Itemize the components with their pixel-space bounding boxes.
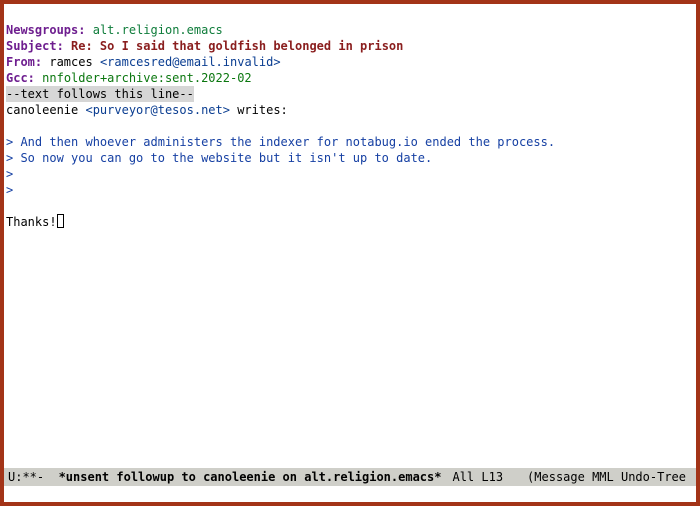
- quoted-line: > So now you can go to the website but i…: [6, 151, 432, 165]
- modeline-modes: (Message MML Undo-Tree: [527, 468, 692, 486]
- header-newsgroups-key: Newsgroups:: [6, 23, 85, 37]
- modeline-spacer: [441, 468, 452, 486]
- cite-line-suffix: writes:: [230, 103, 288, 117]
- quoted-line: >: [6, 183, 13, 197]
- quoted-line: > And then whoever administers the index…: [6, 135, 555, 149]
- header-newsgroups-value: alt.religion.emacs: [93, 23, 223, 37]
- header-from-name: ramces: [49, 55, 92, 69]
- mode-line[interactable]: U:**- *unsent followup to canoleenie on …: [4, 468, 696, 486]
- header-from-key: From:: [6, 55, 42, 69]
- emacs-frame: Newsgroups: alt.religion.emacs Subject: …: [0, 0, 700, 506]
- header-gcc-key: Gcc:: [6, 71, 35, 85]
- header-subject-key: Subject:: [6, 39, 64, 53]
- text-cursor: [57, 214, 64, 228]
- header-separator: --text follows this line--: [6, 86, 194, 102]
- message-buffer[interactable]: Newsgroups: alt.religion.emacs Subject: …: [4, 4, 696, 468]
- modeline-status: U:**-: [8, 468, 59, 486]
- cite-line-name: canoleenie: [6, 103, 78, 117]
- cite-line-address: <purveyor@tesos.net>: [85, 103, 230, 117]
- header-gcc-value: nnfolder+archive:sent.2022-02: [42, 71, 252, 85]
- modeline-buffer-name: *unsent followup to canoleenie on alt.re…: [59, 468, 442, 486]
- header-subject-value: Re: So I said that goldfish belonged in …: [71, 39, 403, 53]
- echo-area[interactable]: [4, 486, 696, 502]
- quoted-line: >: [6, 167, 13, 181]
- modeline-position: All L13: [452, 468, 527, 486]
- header-from-address: <ramcesred@email.invalid>: [100, 55, 281, 69]
- reply-text: Thanks!: [6, 215, 57, 229]
